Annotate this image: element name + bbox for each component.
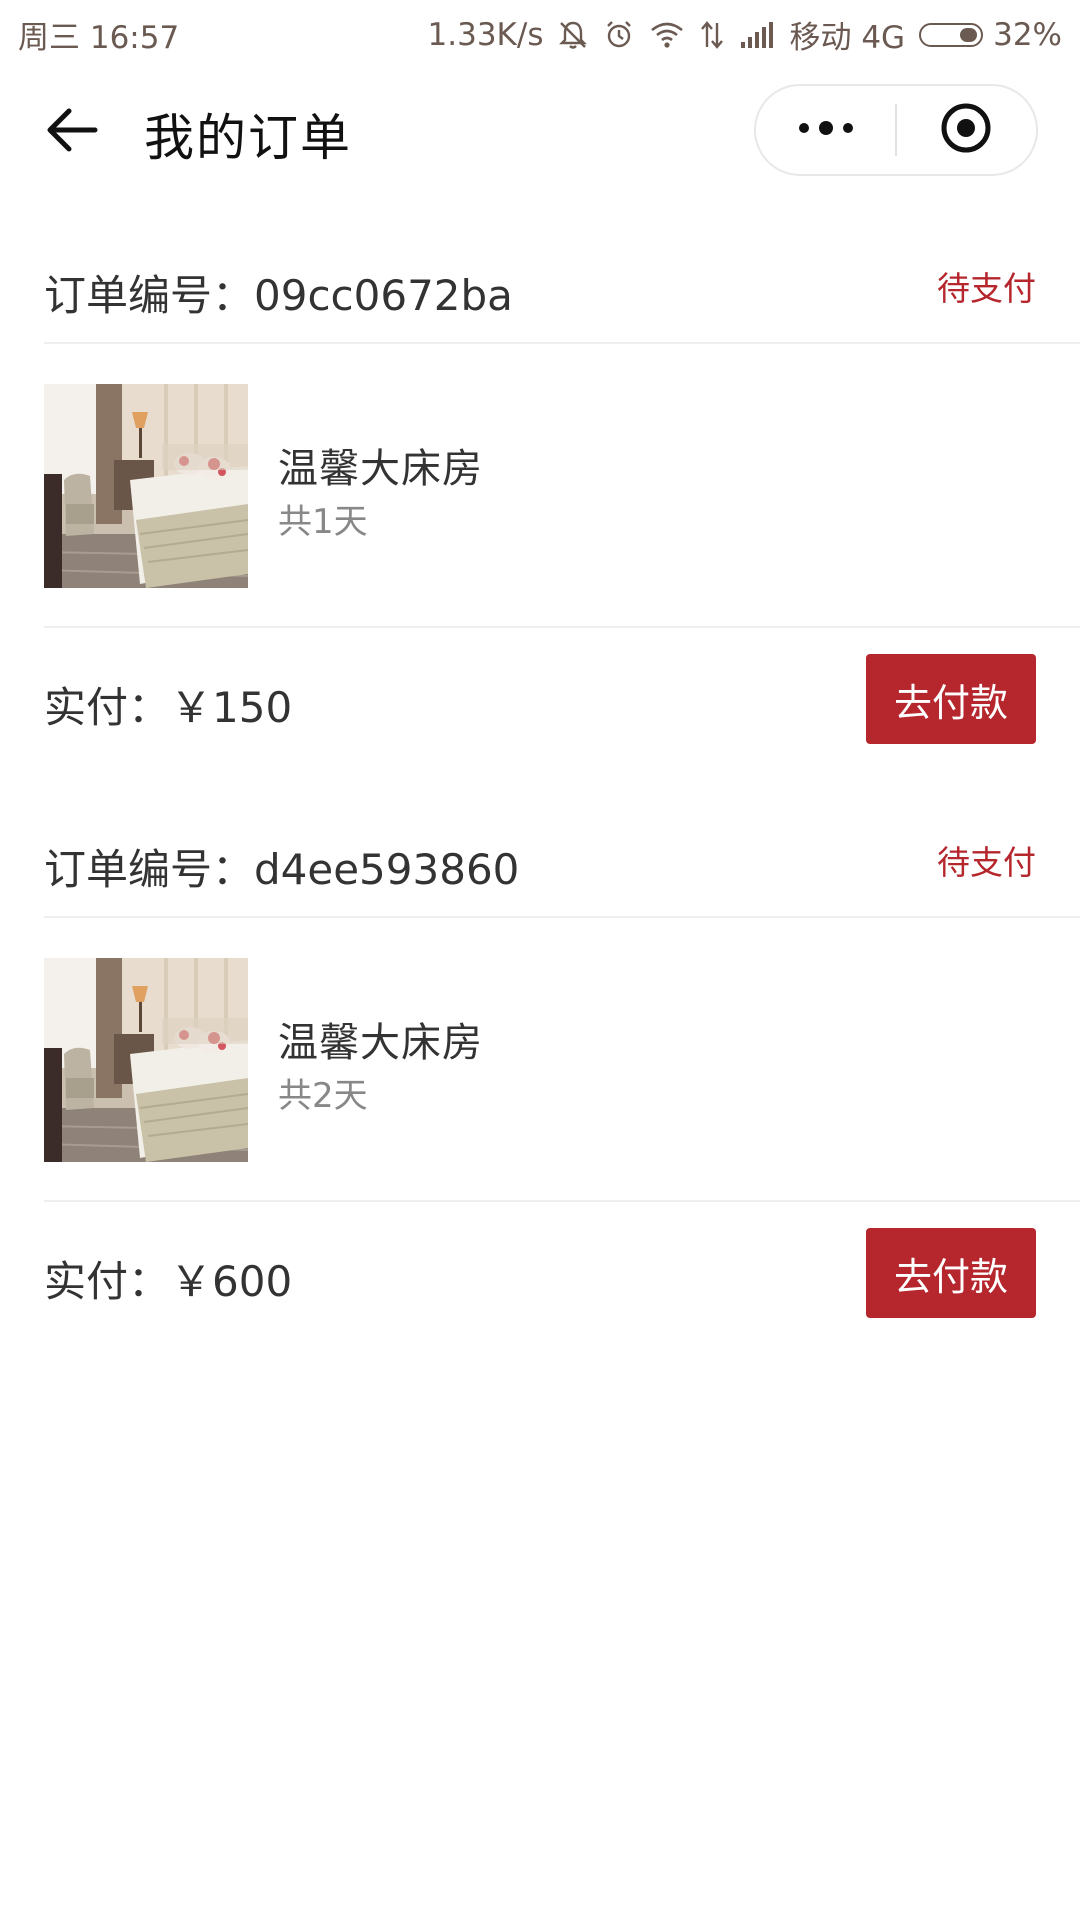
- status-right-group: 1.33K/s 移动 4G 32%: [428, 12, 1062, 57]
- pay-button[interactable]: 去付款: [866, 654, 1036, 744]
- alarm-icon: [603, 19, 635, 51]
- paid-amount: 实付：￥150: [44, 683, 293, 732]
- back-arrow-icon: [45, 106, 99, 158]
- order-footer: 实付：￥150 去付款: [44, 628, 1080, 774]
- room-name: 温馨大床房: [278, 446, 483, 492]
- status-day-time: 周三 16:57: [18, 20, 180, 56]
- navigation-bar: 我的订单: [0, 64, 1080, 200]
- back-button[interactable]: [42, 102, 102, 162]
- order-card: 订单编号：09cc0672ba 待支付 温馨大床房 共1天 实付：￥150 去付…: [0, 200, 1080, 774]
- room-photo: [44, 958, 248, 1162]
- status-bar: 周三 16:57 1.33K/s 移动 4G 32%: [0, 0, 1080, 64]
- target-circle-icon: [939, 101, 993, 159]
- carrier-label: 移动 4G: [789, 20, 906, 56]
- order-status: 待支付: [937, 843, 1036, 882]
- page-title: 我的订单: [144, 109, 352, 167]
- order-list: 订单编号：09cc0672ba 待支付 温馨大床房 共1天 实付：￥150 去付…: [0, 200, 1080, 1348]
- order-footer: 实付：￥600 去付款: [44, 1202, 1080, 1348]
- battery-fill: [960, 27, 978, 42]
- paid-amount: 实付：￥600: [44, 1257, 293, 1306]
- order-header: 订单编号：d4ee593860 待支付: [44, 774, 1080, 918]
- order-card: 订单编号：d4ee593860 待支付 温馨大床房 共2天 实付：￥600 去付…: [0, 774, 1080, 1348]
- order-header: 订单编号：09cc0672ba 待支付: [44, 200, 1080, 344]
- data-transfer-icon: [699, 19, 725, 51]
- more-menu-button[interactable]: [756, 86, 895, 174]
- more-dots-icon: [796, 118, 856, 142]
- order-number: 订单编号：09cc0672ba: [44, 271, 513, 320]
- battery-percent: 32%: [993, 16, 1062, 53]
- order-status: 待支付: [937, 269, 1036, 308]
- room-photo: [44, 384, 248, 588]
- battery-icon: [919, 22, 984, 47]
- net-speed: 1.33K/s: [427, 16, 544, 53]
- order-item[interactable]: 温馨大床房 共2天: [44, 918, 1080, 1202]
- order-item[interactable]: 温馨大床房 共1天: [44, 344, 1080, 628]
- room-name: 温馨大床房: [278, 1020, 483, 1066]
- screen: 周三 16:57 1.33K/s 移动 4G 32% 我的订单 订单编号：09c…: [0, 0, 1080, 1920]
- wifi-icon: [649, 19, 685, 51]
- mini-program-capsule: [754, 84, 1038, 176]
- battery-indicator: 32%: [919, 17, 1062, 53]
- signal-icon: [739, 20, 775, 50]
- order-number: 订单编号：d4ee593860: [44, 845, 520, 894]
- pay-button[interactable]: 去付款: [866, 1228, 1036, 1318]
- stay-duration: 共2天: [278, 1076, 368, 1116]
- mute-bell-icon: [557, 19, 589, 51]
- close-mini-program-button[interactable]: [897, 86, 1036, 174]
- stay-duration: 共1天: [278, 502, 368, 542]
